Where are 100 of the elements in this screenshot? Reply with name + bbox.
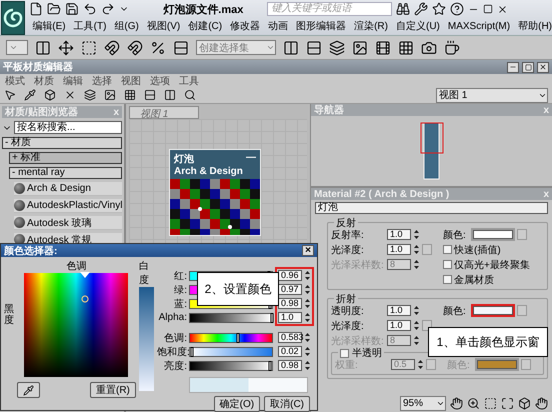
eyedropper-icon[interactable] [24,89,36,101]
redo-icon[interactable] [101,2,116,16]
spinner-arrows-icon[interactable] [413,244,420,255]
menu-item[interactable]: 视图(V) [146,19,180,33]
select-icon[interactable] [81,40,97,56]
star-icon[interactable] [432,2,446,16]
menu-item[interactable]: 视图 [121,74,141,88]
color-slider[interactable] [189,312,273,322]
collapse-button[interactable]: — [246,152,256,166]
spinner-arrows-icon[interactable] [304,298,311,309]
view-tab[interactable]: 视图 1 [129,106,199,119]
menu-item[interactable]: 帮助(H) [518,19,552,33]
zoom-dropdown[interactable]: 95% [400,396,446,411]
cancel-button[interactable]: 取消(C) [264,396,310,412]
magnet-icon[interactable] [104,40,120,56]
menu-item[interactable]: 创建(C) [188,19,222,33]
save-icon[interactable] [65,2,80,16]
maximize-icon[interactable] [483,4,494,14]
whiteness-bar[interactable] [138,287,154,391]
number-field[interactable]: 1.0 [278,312,302,323]
slider-thumb[interactable] [268,360,272,370]
menu-item[interactable]: 编辑(E) [32,19,66,33]
menu-item[interactable]: 编辑 [63,74,83,88]
selection-set-dropdown[interactable]: 创建选择集 [196,40,276,55]
menu-item[interactable]: 渲染(R) [354,19,388,33]
eyedropper-button[interactable] [17,382,40,398]
close-icon[interactable] [497,4,508,14]
spinner-arrows-icon[interactable] [304,360,311,371]
maximize-button[interactable] [522,62,534,72]
spinner-arrows-icon[interactable] [413,320,420,331]
spinner-arrows-icon[interactable] [304,312,311,323]
number-field[interactable]: 1.0 [387,244,411,255]
checkbox[interactable] [443,245,452,254]
spinner-arrows-icon[interactable] [413,259,420,270]
navigator-preview-drawing[interactable] [420,122,444,180]
menu-item[interactable]: MAXScript(M) [448,20,510,32]
material-item[interactable]: Autodesk 玻璃 [14,216,122,230]
reset-button[interactable]: 重置(R) [90,382,136,398]
maximize-icon[interactable] [524,64,532,70]
category-header[interactable]: + 标准 [9,152,122,164]
hue-marker-icon[interactable] [80,272,90,278]
menu-item[interactable]: 选择 [92,74,112,88]
view-dropdown[interactable]: 视图 1 [436,88,548,102]
checkbox[interactable] [340,348,349,358]
cube-icon[interactable] [518,397,531,410]
color-slider[interactable] [189,360,273,370]
spinner-arrows-icon[interactable] [413,305,420,316]
help-icon[interactable] [450,2,464,16]
color-slider[interactable] [189,332,273,342]
number-field[interactable]: 1.0 [387,320,411,331]
app-logo[interactable] [1,1,26,35]
menu-item[interactable]: 修改器 [230,19,260,33]
pan-icon[interactable] [535,397,548,410]
slider-thumb[interactable] [270,312,274,322]
close-button[interactable]: × [302,245,314,256]
color-slider[interactable] [189,346,273,356]
number-field[interactable]: 0.98 [278,360,302,371]
menu-item[interactable]: 图形编辑器 [296,19,346,33]
layout-icon[interactable] [144,89,156,101]
number-field[interactable]: 1.0 [387,229,411,240]
number-field[interactable]: 0.96 [278,270,302,281]
spinner-arrows-icon[interactable] [413,229,420,240]
zoom-extents-icon[interactable] [501,397,514,410]
binoculars-icon[interactable] [396,2,410,16]
spinner-arrows-icon[interactable] [304,270,311,281]
checkbox[interactable] [443,275,452,284]
zoom-icon[interactable] [467,397,480,410]
crosshair-icon[interactable] [82,296,89,302]
number-field[interactable]: 0.02 [278,346,302,357]
panel-icon[interactable] [35,40,51,56]
slider-thumb[interactable] [190,346,194,356]
spinner-arrows-icon[interactable] [413,335,420,346]
color-swatch[interactable] [471,228,515,241]
new-file-icon[interactable] [29,2,44,16]
grid-icon[interactable] [398,40,414,56]
menu-item[interactable]: 材质 [34,74,54,88]
search-field[interactable]: 按名称搜索... [14,121,122,134]
wrench-icon[interactable] [414,2,428,16]
material-item[interactable]: AutodeskPlastic/Vinyl [14,199,122,213]
move-icon[interactable] [58,40,74,56]
layers-icon[interactable] [84,89,96,101]
grid-icon[interactable] [124,89,136,101]
spinner-arrows-icon[interactable] [417,359,424,370]
color-swatch[interactable] [471,304,515,317]
undo-icon[interactable] [83,2,98,16]
layers-icon[interactable] [329,40,345,56]
material-icon[interactable] [44,89,56,101]
columns-icon[interactable] [164,89,176,101]
image-icon[interactable] [104,89,116,101]
category-header[interactable]: - 材质 [2,137,122,149]
number-field[interactable]: 0.98 [278,298,302,309]
menu-item[interactable]: 模式 [5,74,25,88]
spinner-arrows-icon[interactable] [304,346,311,357]
material-name-field[interactable]: 灯泡 [315,202,548,214]
slider-thumb[interactable] [236,332,240,342]
hand-icon[interactable] [450,397,463,410]
color-spectrum[interactable] [24,273,128,377]
menu-item[interactable]: 选项 [150,74,170,88]
percent-icon[interactable] [150,40,166,56]
checkbox[interactable] [443,260,452,269]
